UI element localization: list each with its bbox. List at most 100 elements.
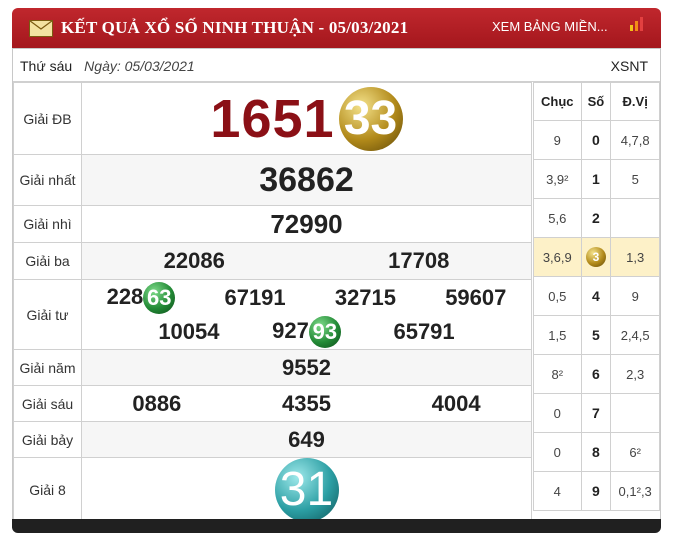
loto-so: 5 (580, 315, 612, 355)
loto-so: 6 (580, 354, 612, 394)
prize-value-head: 228 (106, 283, 144, 309)
loto-chuc: 9 (533, 120, 582, 160)
loto-chuc: 1,5 (533, 315, 582, 355)
prize-value-cell: 31 (81, 457, 532, 523)
prize-row-5: Giải năm 9552 (13, 349, 532, 386)
prize-label: Giải 8 (13, 457, 82, 523)
loto-table: Chục Số Đ.Vị 9 0 4,7,8 3,9² 1 5 5,6 2 3,6,9 3 1… (533, 82, 660, 511)
bar-chart-icon[interactable] (629, 14, 647, 32)
prize-value: 649 (81, 421, 532, 458)
prize-value: 22086 (163, 248, 225, 273)
loto-row: 5,6 2 (533, 198, 660, 238)
loto-row: 0 8 6² (533, 432, 660, 472)
bottom-bar (12, 519, 661, 533)
prize-row-2: Giải nhì 72990 (13, 205, 532, 243)
prize-row-4: Giải tư 228 63 67191 32715 59607 10054 92… (13, 279, 532, 350)
loto-header-row: Chục Số Đ.Vị (533, 82, 660, 121)
loto-so: 8 (580, 432, 612, 472)
prize-row-6: Giải sáu 0886 4355 4004 (13, 385, 532, 422)
loto-dvi: 6² (610, 432, 660, 472)
prize-value: 17708 (388, 248, 450, 273)
loto-so-ball: 3 (585, 247, 606, 267)
prize-label: Giải ba (13, 242, 82, 280)
loto-header-dvi: Đ.Vị (610, 82, 660, 121)
prize-row-7: Giải bảy 649 (13, 421, 532, 458)
loto-so: 7 (580, 393, 612, 433)
loto-so: 4 (580, 276, 612, 316)
loto-so: 9 (580, 471, 612, 511)
view-region-link[interactable]: XEM BẢNG MIỀN... (492, 19, 608, 34)
prize-value: 67191 (224, 284, 286, 310)
loto-chuc: 0,5 (533, 276, 582, 316)
prize-row-3: Giải ba 22086 17708 (13, 242, 532, 280)
prize-value: 65791 (393, 318, 455, 344)
loto-tail-ball: 93 (308, 315, 341, 348)
prize-value-head: 927 (272, 317, 309, 343)
prize-value: 9552 (81, 349, 532, 386)
prize-row-db: Giải ĐB 1651 33 (13, 82, 532, 155)
prize-value: 32715 (334, 284, 397, 310)
loto-chuc: 3,9² (533, 159, 582, 199)
loto-dvi: 2,3 (610, 354, 660, 394)
lottery-code[interactable]: XSNT (611, 58, 648, 74)
weekday: Thứ sáu (20, 57, 73, 74)
loto-row: 0,5 4 9 (533, 276, 660, 316)
loto-chuc: 0 (533, 432, 582, 472)
loto-row-highlighted: 3,6,9 3 1,3 (533, 237, 660, 277)
loto-dvi (610, 393, 660, 433)
loto-chuc: 5,6 (533, 198, 582, 238)
loto-dvi: 2,4,5 (610, 315, 660, 355)
prize-value-cell: 0886 4355 4004 (81, 385, 532, 422)
prize-value: 36862 (81, 154, 532, 206)
prize-label: Giải tư (13, 279, 82, 350)
loto-so: 0 (580, 120, 612, 160)
loto-dvi (610, 198, 660, 238)
loto-row: 9 0 4,7,8 (533, 120, 660, 160)
prize-label: Giải nhất (13, 154, 82, 206)
prize-label: Giải năm (13, 349, 82, 386)
results-table: Giải ĐB 1651 33 Giải nhất 36862 Giải nhì… (13, 82, 532, 523)
loto-chuc: 8² (533, 354, 582, 394)
prize-8-ball: 31 (274, 458, 339, 522)
prize-value-cell: 22086 17708 (81, 242, 532, 280)
loto-so: 2 (580, 198, 612, 238)
special-prize-number: 1651 (210, 88, 334, 150)
special-prize-head: 1651 (210, 88, 335, 149)
prize-value: 10054 (158, 318, 220, 344)
prize-value: 0886 (132, 390, 182, 416)
mail-icon (29, 19, 53, 37)
page-title: KẾT QUẢ XỔ SỐ NINH THUẬN - 05/03/2021 (61, 18, 409, 37)
loto-dvi: 9 (610, 276, 660, 316)
prize-value-cell: 228 63 67191 32715 59607 10054 927 93 6579… (81, 279, 532, 350)
prize-value: 228 63 (106, 281, 176, 314)
prize-value: 72990 (81, 205, 532, 243)
loto-chuc: 0 (533, 393, 582, 433)
loto-tail-ball: 63 (143, 281, 176, 314)
loto-row: 1,5 5 2,4,5 (533, 315, 660, 355)
date-row: Thứ sáu Ngày: 05/03/2021 XSNT (13, 50, 660, 82)
loto-so-cell: 3 (580, 237, 612, 277)
loto-so: 1 (580, 159, 612, 199)
loto-chuc: 4 (533, 471, 582, 511)
special-prize-tail-ball: 33 (338, 86, 403, 151)
prize-value: 4004 (431, 390, 481, 416)
prize-value: 4355 (282, 390, 331, 416)
prize-label: Giải bảy (13, 421, 82, 458)
prize-value-cell: 1651 33 (81, 82, 532, 155)
prize-value: 927 93 (272, 315, 341, 348)
loto-row: 8² 6 2,3 (533, 354, 660, 394)
loto-dvi: 1,3 (610, 237, 660, 277)
loto-row: 07 (533, 393, 660, 433)
prize-label: Giải ĐB (13, 82, 82, 155)
prize-row-8: Giải 8 31 (13, 457, 532, 523)
loto-header-chuc: Chục (533, 82, 582, 121)
draw-date: Ngày: 05/03/2021 (84, 57, 195, 74)
prize-label: Giải nhì (13, 205, 82, 243)
header-bar: KẾT QUẢ XỔ SỐ NINH THUẬN - 05/03/2021 XE… (12, 8, 661, 48)
loto-dvi: 0,1²,3 (610, 471, 660, 511)
prize-value: 59607 (445, 284, 507, 310)
loto-dvi: 4,7,8 (610, 120, 660, 160)
loto-chuc: 3,6,9 (533, 237, 582, 277)
loto-row: 3,9² 1 5 (533, 159, 660, 199)
prize-label: Giải sáu (13, 385, 82, 422)
